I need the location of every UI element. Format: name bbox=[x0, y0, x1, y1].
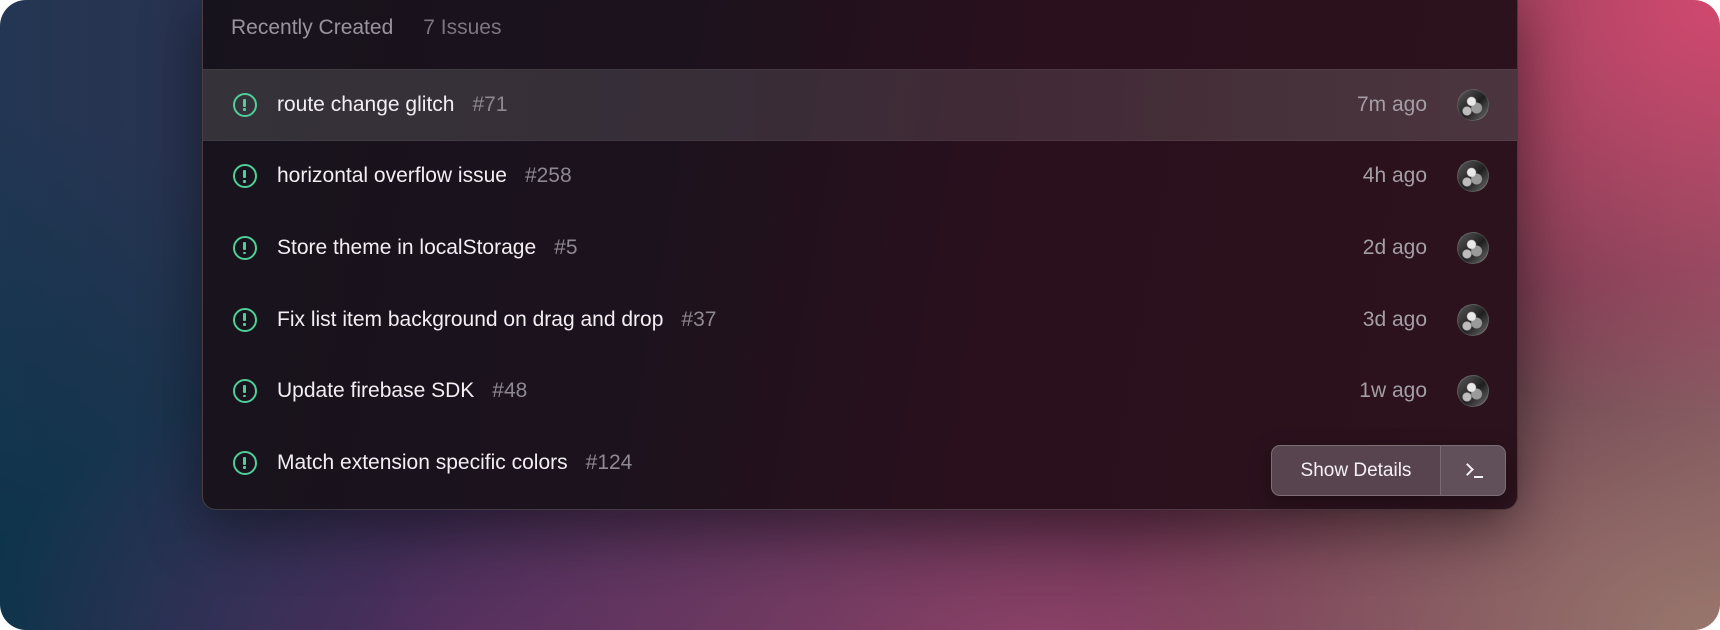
issue-title: Match extension specific colors #124 bbox=[277, 451, 632, 475]
avatar bbox=[1457, 375, 1489, 408]
issue-number: #124 bbox=[585, 450, 633, 474]
issue-title-text: Fix list item background on drag and dro… bbox=[277, 307, 664, 331]
issue-time: 2d ago bbox=[1362, 235, 1427, 259]
issue-title: route change glitch #71 bbox=[277, 93, 508, 117]
issue-time: 3d ago bbox=[1362, 307, 1427, 331]
issue-title-text: route change glitch bbox=[277, 92, 455, 116]
issue-row-horizontal-overflow-issue[interactable]: horizontal overflow issue #258 4h ago bbox=[203, 141, 1517, 213]
issue-title-text: Store theme in localStorage bbox=[277, 235, 537, 259]
issue-title-text: horizontal overflow issue bbox=[277, 164, 507, 188]
issue-number: #48 bbox=[492, 379, 528, 403]
open-issue-icon bbox=[233, 307, 257, 332]
action-bar: Show Details bbox=[1271, 445, 1506, 496]
issue-time: 1w ago bbox=[1359, 379, 1427, 403]
terminal-icon bbox=[1461, 462, 1484, 479]
avatar bbox=[1457, 303, 1489, 336]
open-issue-icon bbox=[233, 92, 257, 117]
issue-title: Store theme in localStorage #5 bbox=[277, 236, 578, 260]
issue-row-fix-list-item-background[interactable]: Fix list item background on drag and dro… bbox=[203, 284, 1517, 356]
issue-row-store-theme[interactable]: Store theme in localStorage #5 2d ago bbox=[203, 212, 1517, 284]
avatar bbox=[1457, 88, 1489, 121]
avatar bbox=[1457, 231, 1489, 264]
issues-panel: Recently Created 7 Issues route change g… bbox=[202, 0, 1518, 510]
issue-time: 7m ago bbox=[1356, 92, 1427, 116]
terminal-button[interactable] bbox=[1440, 446, 1505, 495]
issue-number: #71 bbox=[472, 92, 508, 116]
issue-row-update-firebase-sdk[interactable]: Update firebase SDK #48 1w ago bbox=[203, 355, 1517, 427]
open-issue-icon bbox=[233, 235, 257, 260]
avatar bbox=[1457, 160, 1489, 193]
section-header: Recently Created 7 Issues bbox=[231, 13, 501, 43]
open-issue-icon bbox=[233, 450, 257, 475]
issue-number: #5 bbox=[554, 235, 578, 259]
open-issue-icon bbox=[233, 164, 257, 189]
issue-count: 7 Issues bbox=[423, 16, 502, 39]
issue-number: #258 bbox=[524, 164, 572, 188]
issue-title: horizontal overflow issue #258 bbox=[277, 164, 572, 188]
open-issue-icon bbox=[233, 379, 257, 404]
issue-title: Fix list item background on drag and dro… bbox=[277, 308, 716, 332]
issue-title-text: Match extension specific colors bbox=[277, 450, 568, 474]
show-details-button[interactable]: Show Details bbox=[1272, 446, 1440, 495]
issue-list: route change glitch #71 7m ago horizonta… bbox=[203, 69, 1517, 499]
issue-row-route-change-glitch[interactable]: route change glitch #71 7m ago bbox=[203, 69, 1517, 141]
section-title: Recently Created bbox=[231, 16, 394, 39]
issue-number: #37 bbox=[681, 307, 717, 331]
issue-title: Update firebase SDK #48 bbox=[277, 379, 527, 403]
issue-title-text: Update firebase SDK bbox=[277, 379, 475, 403]
issue-time: 4h ago bbox=[1362, 164, 1427, 188]
